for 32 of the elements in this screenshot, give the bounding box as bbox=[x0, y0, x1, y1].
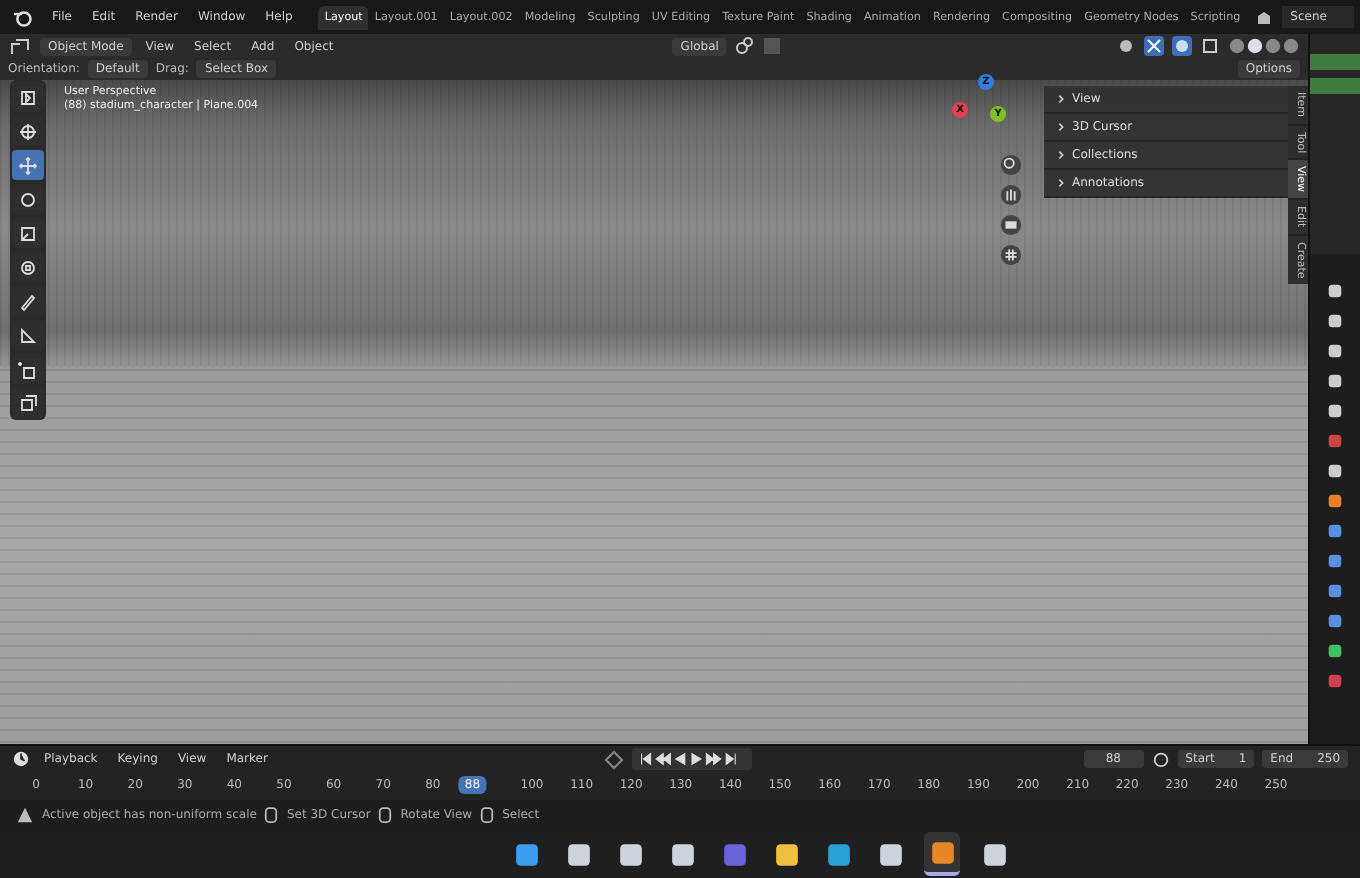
zoom-icon[interactable] bbox=[1000, 154, 1022, 176]
clock-icon[interactable] bbox=[12, 750, 30, 768]
xray-icon[interactable] bbox=[1200, 36, 1220, 56]
extrude-icon[interactable] bbox=[12, 388, 44, 418]
warning-icon bbox=[16, 806, 34, 824]
stopwatch-icon[interactable] bbox=[1151, 750, 1170, 768]
mouse-icon bbox=[378, 806, 393, 824]
chevron-icon bbox=[1056, 94, 1066, 104]
grid-icon[interactable] bbox=[1000, 244, 1022, 266]
move-icon[interactable] bbox=[12, 150, 44, 180]
overlay-toggle-icon[interactable] bbox=[1172, 36, 1192, 56]
cursor-icon[interactable] bbox=[12, 116, 44, 146]
camera-icon[interactable] bbox=[1000, 214, 1022, 236]
keyframe-icon[interactable] bbox=[604, 749, 625, 769]
mouse-icon bbox=[264, 806, 279, 824]
rotate-icon[interactable] bbox=[12, 184, 44, 214]
gizmo-toggle-icon[interactable] bbox=[1144, 36, 1164, 56]
snap-icon[interactable] bbox=[734, 36, 755, 56]
add-cube-icon[interactable] bbox=[12, 354, 44, 384]
transform-icon[interactable] bbox=[12, 252, 44, 282]
ruler-icon[interactable] bbox=[12, 320, 44, 350]
scale-icon[interactable] bbox=[12, 218, 44, 248]
shading-modes-icon[interactable] bbox=[1228, 36, 1300, 56]
select-box-icon[interactable] bbox=[12, 82, 44, 112]
editor-type-icon[interactable] bbox=[8, 36, 32, 56]
chevron-icon bbox=[1056, 178, 1066, 188]
mouse-icon bbox=[480, 806, 495, 824]
blender-logo-icon[interactable] bbox=[12, 7, 32, 27]
playback-controls[interactable] bbox=[632, 748, 753, 770]
chevron-icon bbox=[1056, 122, 1066, 132]
pencil-icon[interactable] bbox=[12, 286, 44, 316]
chevron-icon bbox=[1056, 150, 1066, 160]
